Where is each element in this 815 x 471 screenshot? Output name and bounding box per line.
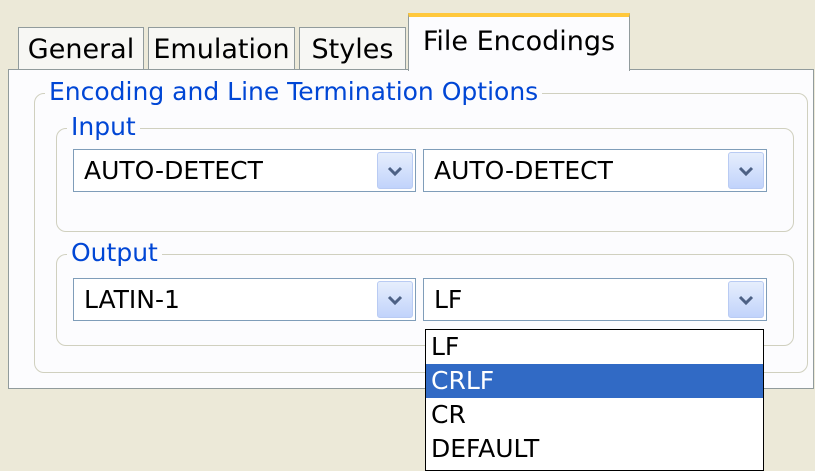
output-line-termination-dropdown-button[interactable] xyxy=(728,281,764,318)
output-encoding-value: LATIN-1 xyxy=(84,285,180,314)
chevron-down-icon xyxy=(738,166,754,176)
chevron-down-icon xyxy=(387,295,403,305)
input-line-termination-dropdown-button[interactable] xyxy=(728,152,764,189)
input-encoding-dropdown-button[interactable] xyxy=(377,152,413,189)
input-encoding-select[interactable]: AUTO-DETECT xyxy=(73,149,416,192)
tab-styles[interactable]: Styles xyxy=(299,27,406,70)
dropdown-option-lf[interactable]: LF xyxy=(426,330,763,364)
chevron-down-icon xyxy=(738,295,754,305)
input-group-title: Input xyxy=(67,112,140,142)
output-group-title: Output xyxy=(67,238,162,268)
line-termination-dropdown-list: LF CRLF CR DEFAULT xyxy=(425,329,764,471)
tab-strip: General Emulation Styles File Encodings xyxy=(0,0,815,71)
output-encoding-dropdown-button[interactable] xyxy=(377,281,413,318)
encoding-options-group-title: Encoding and Line Termination Options xyxy=(45,77,543,107)
output-line-termination-select[interactable]: LF xyxy=(423,278,767,321)
tab-file-encodings[interactable]: File Encodings xyxy=(408,13,630,71)
tab-emulation[interactable]: Emulation xyxy=(148,27,295,70)
input-line-termination-value: AUTO-DETECT xyxy=(434,156,613,185)
chevron-down-icon xyxy=(387,166,403,176)
tab-general[interactable]: General xyxy=(18,27,144,70)
input-encoding-value: AUTO-DETECT xyxy=(84,156,263,185)
input-line-termination-select[interactable]: AUTO-DETECT xyxy=(423,149,767,192)
dropdown-option-crlf[interactable]: CRLF xyxy=(426,364,763,398)
dropdown-option-default[interactable]: DEFAULT xyxy=(426,432,763,466)
output-encoding-select[interactable]: LATIN-1 xyxy=(73,278,416,321)
dropdown-option-cr[interactable]: CR xyxy=(426,398,763,432)
output-line-termination-value: LF xyxy=(434,285,463,314)
